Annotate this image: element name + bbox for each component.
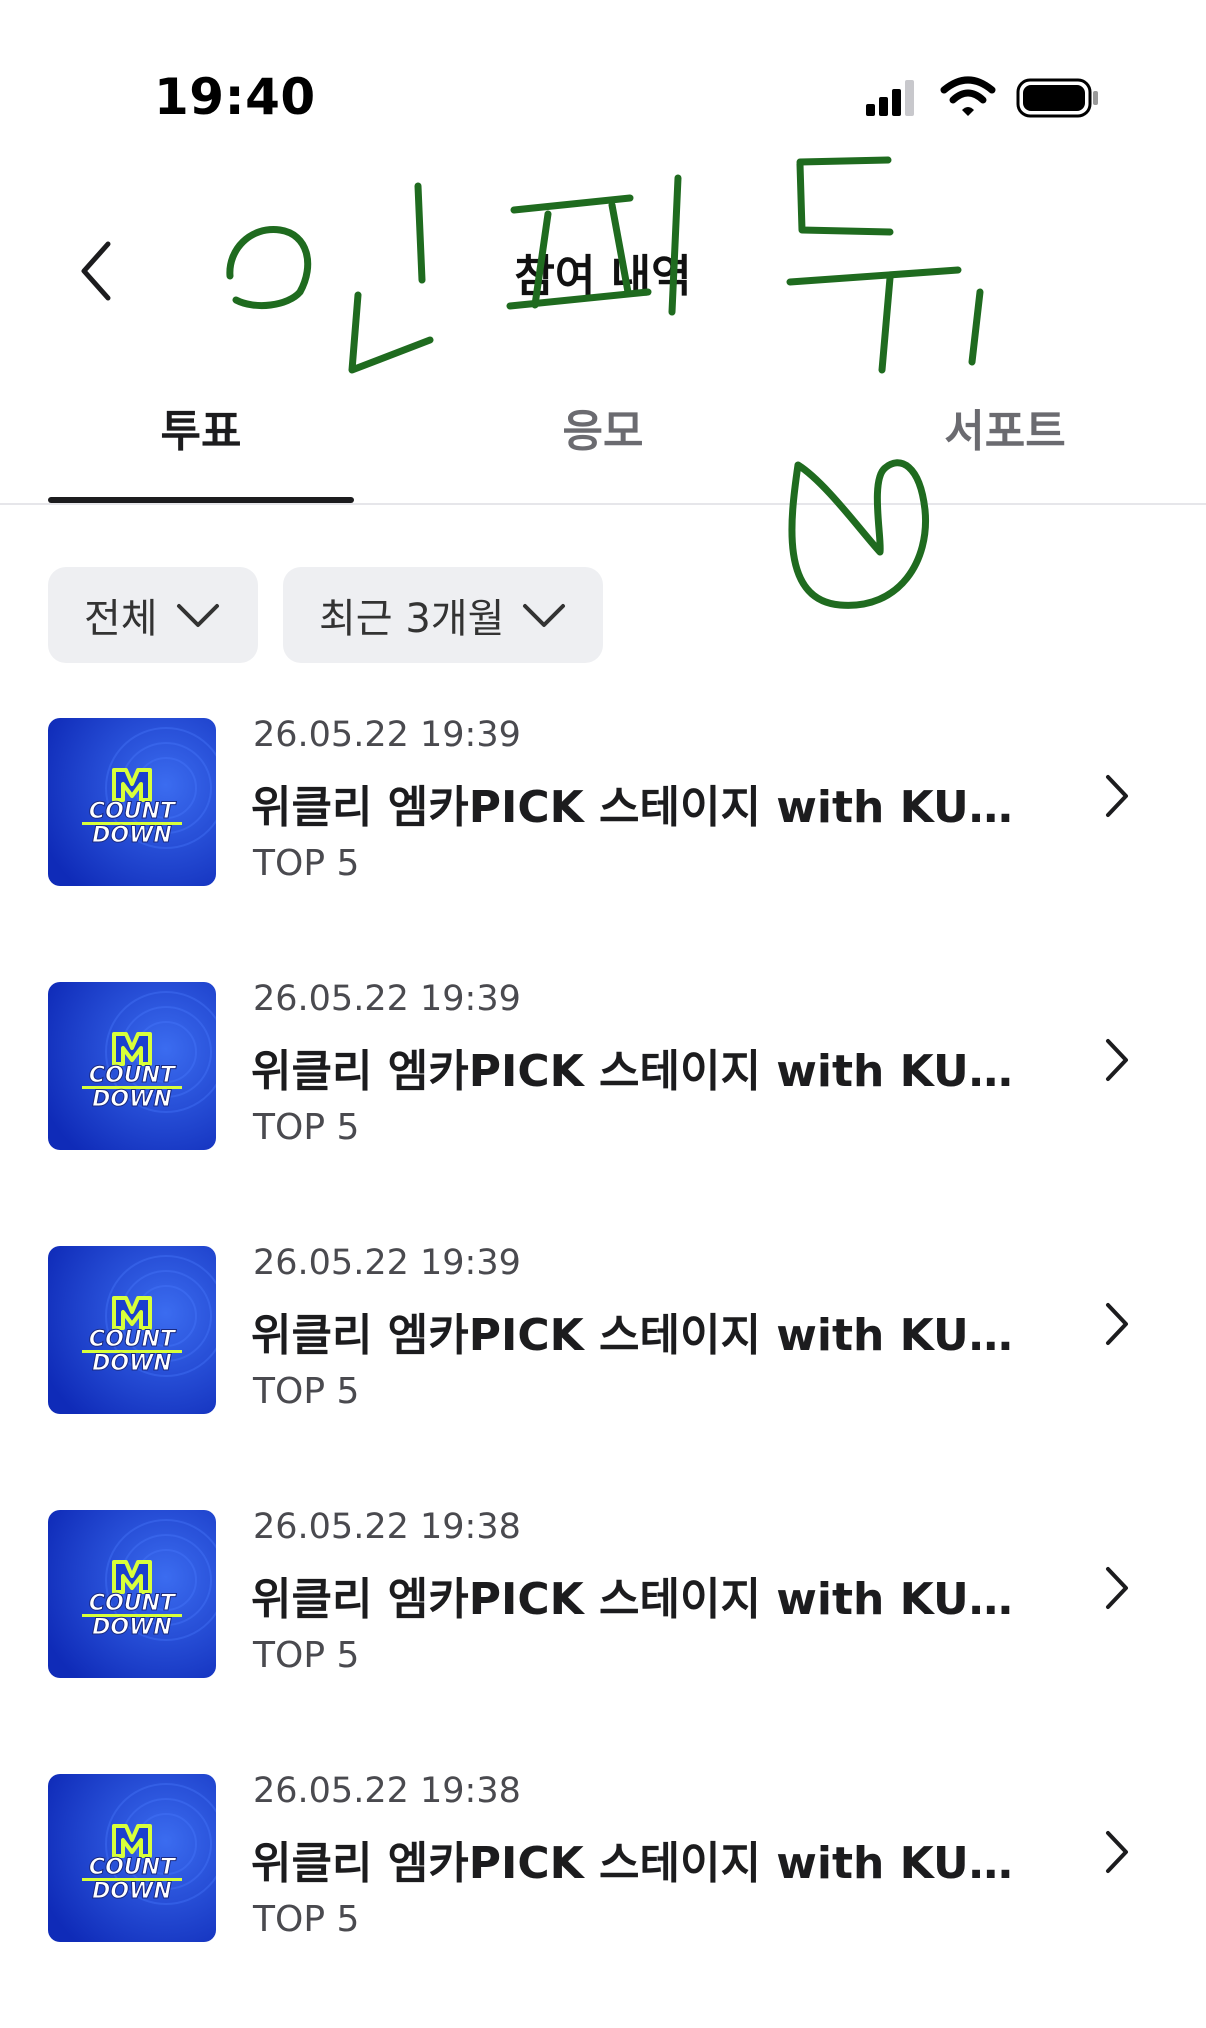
item-title: 위클리 엠카PICK 스테이지 with KURIMU [251,1838,1021,1889]
item-rank: TOP 5 [253,1635,360,1676]
item-title: 위클리 엠카PICK 스테이지 with KURIMU [251,1574,1021,1625]
list-item[interactable]: COUNT DOWN 26.05.22 19:38 위클리 엠카PICK 스테이… [0,1771,1206,2028]
item-date: 26.05.22 19:38 [253,1771,521,1811]
logo-text-count: COUNT [89,1063,177,1088]
filter-all-dropdown[interactable]: 전체 [48,567,258,663]
countdown-logo-thumbnail: COUNT DOWN [48,982,216,1150]
vote-history-list: COUNT DOWN 26.05.22 19:39 위클리 엠카PICK 스테이… [0,715,1206,2028]
chevron-down-icon [176,604,219,627]
logo-text-down: DOWN [92,823,172,848]
countdown-logo-thumbnail: COUNT DOWN [48,1510,216,1678]
item-date: 26.05.22 19:39 [253,715,521,755]
item-rank: TOP 5 [253,1107,360,1148]
list-item[interactable]: COUNT DOWN 26.05.22 19:39 위클리 엠카PICK 스테이… [0,979,1206,1243]
logo-text-down: DOWN [92,1879,172,1904]
page-title: 참여 내역 [514,251,692,302]
item-title: 위클리 엠카PICK 스테이지 with KURIMU [251,1046,1021,1097]
logo-text-count: COUNT [89,799,177,824]
cellular-signal-icon [866,80,914,116]
countdown-logo-thumbnail: COUNT DOWN [48,718,216,886]
item-rank: TOP 5 [253,843,360,884]
status-icons [862,74,1102,122]
item-title: 위클리 엠카PICK 스테이지 with KURIMU [251,1310,1021,1361]
chevron-right-icon [1106,1567,1128,1609]
list-item[interactable]: COUNT DOWN 26.05.22 19:38 위클리 엠카PICK 스테이… [0,1507,1206,1771]
item-rank: TOP 5 [253,1899,360,1940]
participation-history-screen: 19:40 참여 내역 투표 응모 서포트 전체 최근 3개월 COUNT DO… [0,0,1206,2028]
chevron-right-icon [1106,1831,1128,1873]
filter-period-label: 최근 3개월 [319,596,505,642]
chevron-down-icon [523,604,566,627]
tab-divider [0,503,1206,505]
logo-text-down: DOWN [92,1351,172,1376]
chevron-right-icon [1106,775,1128,817]
list-item[interactable]: COUNT DOWN 26.05.22 19:39 위클리 엠카PICK 스테이… [0,1243,1206,1507]
chevron-right-icon [1106,1039,1128,1081]
list-item[interactable]: COUNT DOWN 26.05.22 19:39 위클리 엠카PICK 스테이… [0,715,1206,979]
battery-icon [1016,78,1098,118]
tab-entry[interactable]: 응모 [450,395,756,505]
item-date: 26.05.22 19:39 [253,979,521,1019]
item-rank: TOP 5 [253,1371,360,1412]
filter-period-dropdown[interactable]: 최근 3개월 [283,567,603,663]
item-title: 위클리 엠카PICK 스테이지 with KURIMU [251,782,1021,833]
wifi-icon [940,76,996,116]
tab-bar: 투표 응모 서포트 [0,395,1206,505]
item-date: 26.05.22 19:39 [253,1243,521,1283]
countdown-logo-thumbnail: COUNT DOWN [48,1774,216,1942]
chevron-right-icon [1106,1303,1128,1345]
logo-text-count: COUNT [89,1855,177,1880]
logo-text-count: COUNT [89,1327,177,1352]
filter-all-label: 전체 [84,596,158,642]
tab-vote[interactable]: 투표 [48,395,354,505]
countdown-logo-thumbnail: COUNT DOWN [48,1246,216,1414]
logo-text-down: DOWN [92,1087,172,1112]
tab-support[interactable]: 서포트 [852,395,1158,505]
status-time: 19:40 [154,68,316,126]
logo-text-down: DOWN [92,1615,172,1640]
logo-text-count: COUNT [89,1591,177,1616]
item-date: 26.05.22 19:38 [253,1507,521,1547]
